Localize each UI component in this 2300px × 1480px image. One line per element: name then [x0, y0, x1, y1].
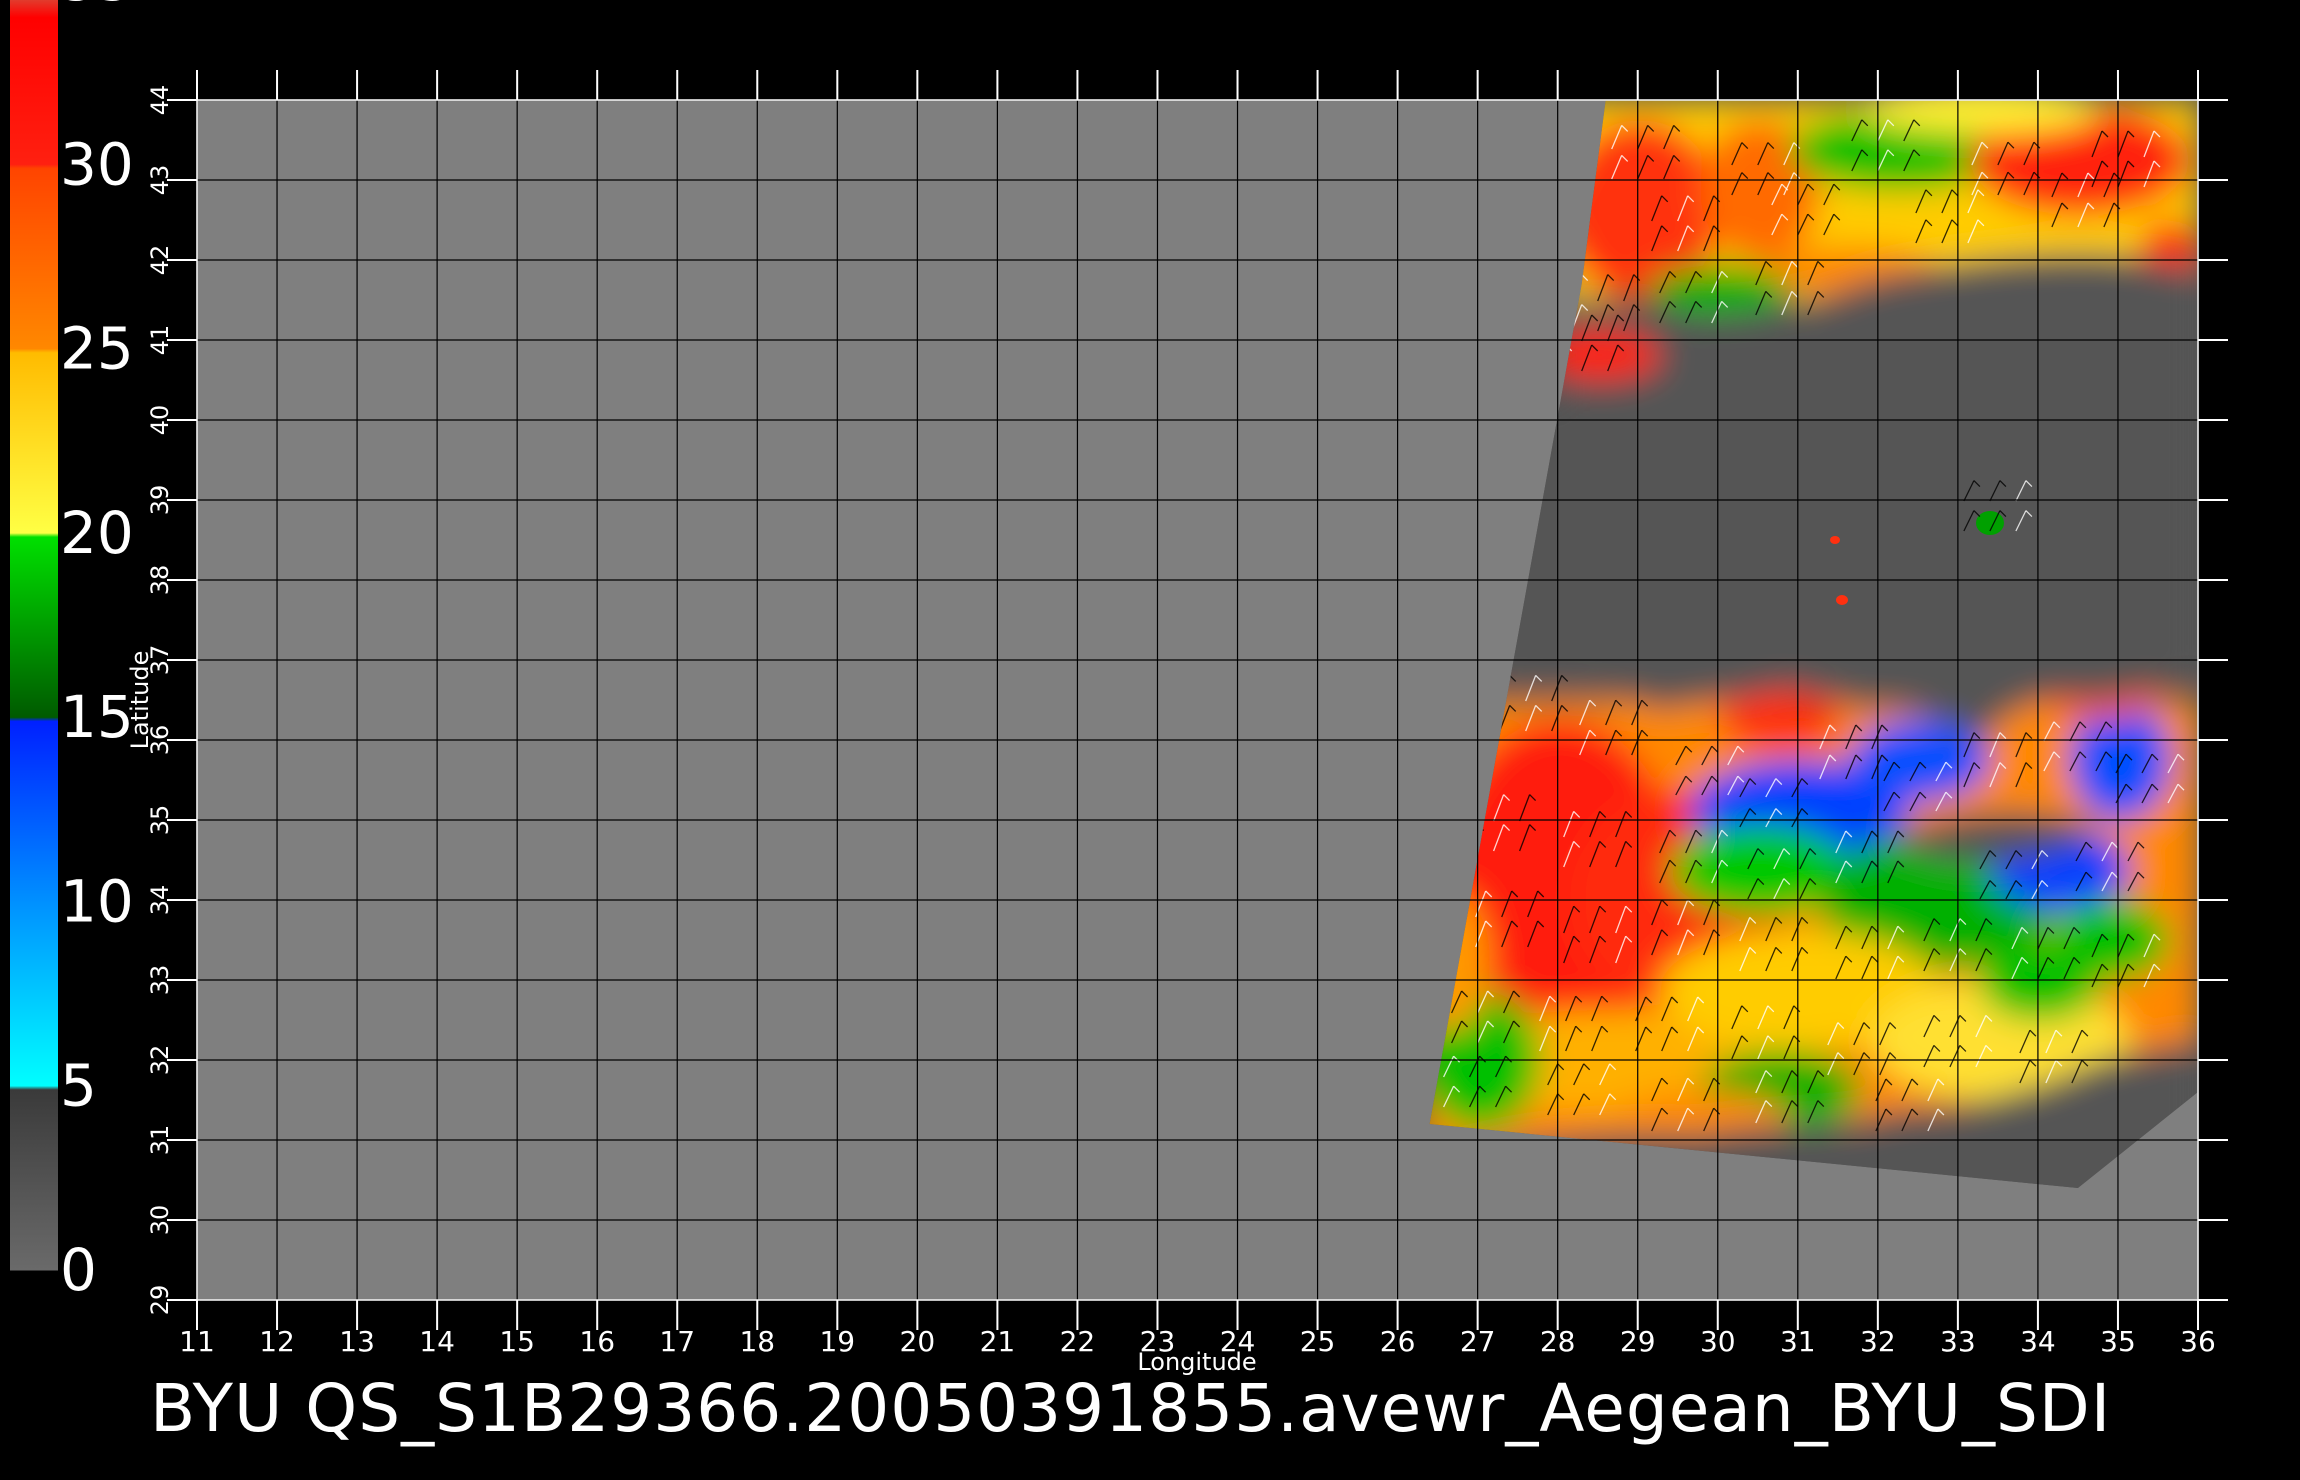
y-tick-label: 33	[146, 965, 174, 996]
cyprus-patch	[1976, 511, 2004, 535]
y-tick-label: 41	[146, 325, 174, 356]
colorbar-tick-label: 25	[60, 315, 134, 383]
x-tick-label: 27	[1460, 1325, 1496, 1358]
colorbar-tick-label: 10	[60, 867, 134, 935]
colorbar-tick-label: 30	[60, 130, 134, 198]
x-tick-label: 15	[499, 1325, 535, 1358]
colorbar-tick-label: 35	[60, 0, 134, 14]
small-patch-38	[1836, 595, 1848, 605]
plot-scene: 0 5 10 15 20 25 30 35	[10, 0, 2228, 1376]
x-tick-label: 34	[2020, 1325, 2056, 1358]
x-tick-label: 18	[739, 1325, 775, 1358]
y-tick-label: 34	[146, 885, 174, 916]
colorbar-tick-label: 5	[60, 1052, 97, 1120]
x-tick-label: 28	[1540, 1325, 1576, 1358]
colorbar-tick-label: 20	[60, 499, 134, 567]
x-tick-label: 17	[659, 1325, 695, 1358]
figure-title: BYU QS_S1B29366.20050391855.avewr_Aegean…	[150, 1370, 2112, 1447]
x-tick-label: 22	[1060, 1325, 1096, 1358]
colorbar-segment	[10, 348, 58, 353]
colorbar-segment	[10, 532, 58, 538]
colorbar-tick-label: 0	[60, 1236, 97, 1304]
colorbar-segment	[10, 167, 58, 350]
x-tick-label: 30	[1700, 1325, 1736, 1358]
colorbar-segment	[10, 352, 58, 534]
x-tick-label: 20	[900, 1325, 936, 1358]
colorbar-segment	[10, 720, 58, 902]
y-tick-label: 42	[146, 245, 174, 276]
colorbar-segment	[10, 16, 58, 165]
y-tick-label: 43	[146, 165, 174, 196]
y-tick-label: 30	[146, 1205, 174, 1236]
x-tick-label: 21	[980, 1325, 1016, 1358]
colorbar-segment	[10, 164, 58, 169]
colorbar-segment	[10, 536, 58, 718]
y-tick-label: 40	[146, 405, 174, 436]
colorbar-segment	[10, 717, 58, 722]
colorbar-segment	[10, 901, 58, 1087]
y-tick-label: 35	[146, 805, 174, 836]
x-tick-label: 13	[339, 1325, 375, 1358]
colorbar-labels: 0 5 10 15 20 25 30 35	[60, 0, 134, 1304]
x-tick-label: 36	[2180, 1325, 2216, 1358]
x-tick-label: 19	[819, 1325, 855, 1358]
x-tick-label: 14	[419, 1325, 455, 1358]
y-tick-label: 32	[146, 1045, 174, 1076]
y-tick-label: 44	[146, 85, 174, 116]
x-tick-label: 26	[1380, 1325, 1416, 1358]
x-tick-label: 16	[579, 1325, 615, 1358]
y-tick-label: 38	[146, 565, 174, 596]
x-tick-label: 11	[179, 1325, 215, 1358]
x-tick-label: 35	[2100, 1325, 2136, 1358]
x-tick-label: 33	[1940, 1325, 1976, 1358]
colorbar-segment	[10, 1085, 58, 1090]
x-tick-label: 31	[1780, 1325, 1816, 1358]
small-patch-39	[1830, 536, 1840, 544]
x-tick-label: 25	[1300, 1325, 1336, 1358]
colorbar-tick-label: 15	[60, 683, 134, 751]
x-tick-label: 32	[1860, 1325, 1896, 1358]
colorbar-segment	[10, 1089, 58, 1271]
y-tick-label: 39	[146, 485, 174, 516]
x-tick-label: 12	[259, 1325, 295, 1358]
y-tick-label: 29	[146, 1285, 174, 1316]
y-axis-title: Latitude	[126, 651, 154, 750]
colorbar	[10, 0, 58, 1271]
x-tick-label: 29	[1620, 1325, 1656, 1358]
colorbar-segment	[10, 0, 58, 18]
y-tick-label: 31	[146, 1125, 174, 1156]
